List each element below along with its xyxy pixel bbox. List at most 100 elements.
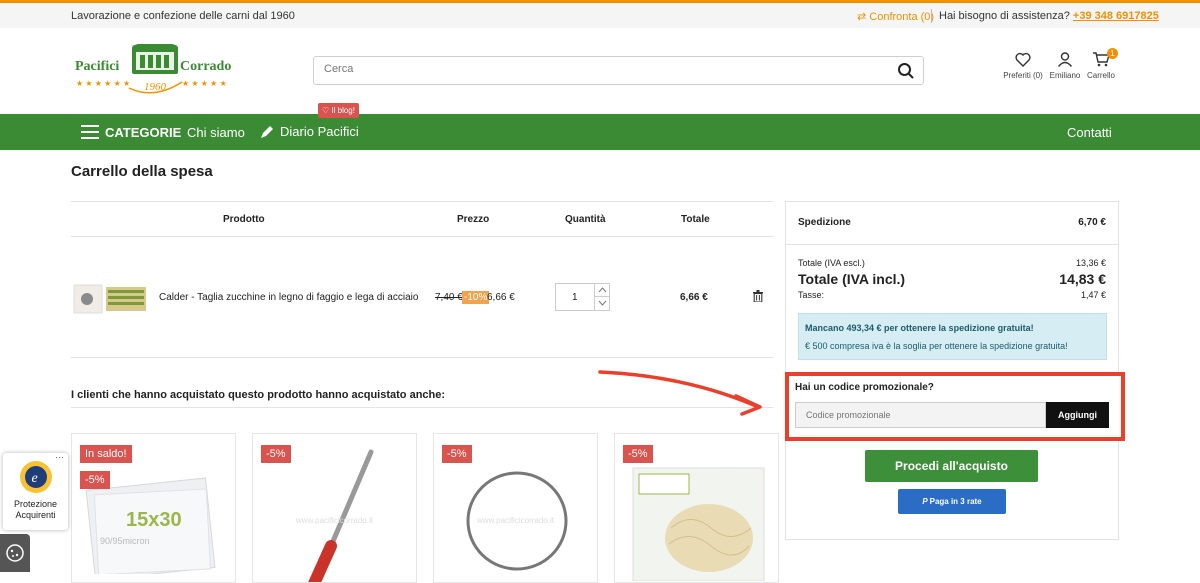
compare-link[interactable]: ⇄ Confronta (0) <box>857 10 934 23</box>
account-link[interactable]: Emiliano <box>1048 52 1082 80</box>
tagline: Lavorazione e confezione delle carni dal… <box>71 10 295 22</box>
discount-badge: -10% <box>462 291 490 304</box>
favorites-label: Preferiti (0) <box>1003 71 1043 80</box>
product-card-image <box>308 449 374 582</box>
free-shipping-message: Mancano 493,34 € per ottenere la spedizi… <box>805 323 1034 333</box>
tax-label: Tasse: <box>798 290 825 300</box>
pen-icon <box>261 126 273 138</box>
quantity-value[interactable]: 1 <box>572 292 578 303</box>
trusted-shops-badge[interactable]: ··· e Protezione Acquirenti <box>3 452 68 530</box>
logo-text-right: Corrado <box>180 59 231 74</box>
paypal-installments-button[interactable]: P Paga in 3 rate <box>898 489 1006 514</box>
svg-text:e: e <box>32 471 38 486</box>
compare-label: Confronta (0) <box>869 11 935 23</box>
nav-about[interactable]: Chi siamo <box>187 125 245 140</box>
blog-tag-label: Il blog! <box>331 106 355 115</box>
nav-contacts[interactable]: Contatti <box>1067 125 1112 140</box>
product-card[interactable]: -5% <box>614 433 779 583</box>
discount-badge: -5% <box>623 445 653 463</box>
quantity-decrease-button[interactable] <box>594 297 610 310</box>
page-title: Carrello della spesa <box>71 163 213 180</box>
free-shipping-notice: Mancano 493,34 € per ottenere la spedizi… <box>798 313 1107 360</box>
quantity-increase-button[interactable] <box>594 284 610 297</box>
shipping-value: 6,70 € <box>1078 217 1106 228</box>
product-card-watermark: www.pacificicorrado.it <box>477 516 554 525</box>
cart-label: Carrello <box>1086 71 1115 80</box>
product-card-caption: 15x30 <box>126 509 182 531</box>
old-price: 7,40 € <box>435 292 463 303</box>
product-card[interactable]: www.pacificicorrado.it -5% <box>252 433 417 583</box>
header-price: Prezzo <box>457 214 490 225</box>
phone-link[interactable]: +39 348 6917825 <box>1073 10 1159 22</box>
tax-value: 1,47 € <box>1080 290 1106 300</box>
logo-year: 1960 <box>144 81 167 93</box>
arrow-annotation <box>598 370 762 416</box>
header-total: Totale <box>681 214 710 225</box>
shuffle-icon: ⇄ <box>857 11 870 23</box>
search-input[interactable] <box>324 63 884 75</box>
product-name[interactable]: Calder - Taglia zucchine in legno di fag… <box>159 292 418 303</box>
promo-code-input[interactable] <box>795 402 1046 428</box>
row-total: 6,66 € <box>680 292 708 303</box>
logo-stars-left: ★ ★ ★ ★ ★ ★ <box>76 79 130 88</box>
trusted-seal-icon: e <box>20 461 52 493</box>
chevron-up-icon <box>598 287 607 293</box>
hamburger-icon[interactable] <box>81 125 99 139</box>
cookie-icon <box>6 544 24 562</box>
product-card-subcaption: 90/95micron <box>100 536 150 546</box>
apply-promo-button[interactable]: Aggiungi <box>1046 402 1109 428</box>
help-text: Hai bisogno di assistenza? +39 348 69178… <box>939 10 1159 22</box>
discount-badge: -5% <box>442 445 472 463</box>
promo-title: Hai un codice promozionale? <box>795 382 934 393</box>
product-card-image <box>632 467 765 581</box>
free-shipping-threshold: € 500 compresa iva è la soglia per otten… <box>805 341 1068 351</box>
lightbulb-icon: ♡ <box>322 106 332 115</box>
total-label: Totale (IVA incl.) <box>798 271 906 287</box>
more-icon[interactable]: ··· <box>55 452 64 462</box>
discount-badge: -5% <box>261 445 291 463</box>
topbar-divider <box>931 9 932 23</box>
product-image[interactable] <box>73 281 147 317</box>
paypal-icon: P <box>922 497 930 506</box>
trash-icon[interactable] <box>753 290 763 302</box>
unit-price: 6,66 € <box>487 292 515 303</box>
cart-count-badge: 1 <box>1107 48 1118 59</box>
shipping-label: Spedizione <box>798 217 851 228</box>
subtotal-label: Totale (IVA escl.) <box>798 258 865 268</box>
header-quantity: Quantità <box>565 214 606 225</box>
cookie-settings-button[interactable] <box>0 534 30 572</box>
checkout-button[interactable]: Procedi all'acquisto <box>865 450 1038 482</box>
header: Pacifici Corrado ★ ★ ★ ★ ★ ★ ★ ★ ★ ★ ★ 1… <box>0 28 1200 114</box>
blog-tag[interactable]: ♡ Il blog! <box>318 103 359 118</box>
product-card[interactable]: 15x30 90/95micron In saldo! -5% <box>71 433 236 583</box>
discount-badge: -5% <box>80 471 110 489</box>
trusted-label: Protezione Acquirenti <box>13 499 58 520</box>
user-icon <box>1057 52 1073 67</box>
subtotal-value: 13,36 € <box>1075 258 1106 268</box>
main-nav: CATEGORIE Chi siamo Diario Pacifici Cont… <box>0 114 1200 150</box>
product-card-watermark: www.pacificicorrado.it <box>296 516 373 525</box>
paypal-label: Paga in 3 rate <box>929 497 982 506</box>
logo-text-left: Pacifici <box>75 59 119 74</box>
sale-badge: In saldo! <box>80 445 132 463</box>
logo-stars-right: ★ ★ ★ ★ ★ <box>182 79 227 88</box>
logo[interactable]: Pacifici Corrado ★ ★ ★ ★ ★ ★ ★ ★ ★ ★ ★ 1… <box>74 44 236 100</box>
top-bar: Lavorazione e confezione delle carni dal… <box>0 3 1200 28</box>
chevron-down-icon <box>598 300 607 306</box>
search-icon[interactable] <box>897 62 915 80</box>
account-label: Emiliano <box>1049 71 1081 80</box>
header-product: Prodotto <box>223 214 265 225</box>
cart-table-header: Prodotto Prezzo Quantità Totale <box>71 201 773 237</box>
product-card[interactable]: www.pacificicorrado.it -5% <box>433 433 598 583</box>
table-row: Calder - Taglia zucchine in legno di fag… <box>71 237 773 358</box>
total-value: 14,83 € <box>1059 271 1106 287</box>
nav-categories[interactable]: CATEGORIE <box>105 125 181 140</box>
nav-diary[interactable]: Diario Pacifici <box>280 124 359 139</box>
help-label: Hai bisogno di assistenza? <box>939 10 1070 22</box>
heart-icon <box>1015 52 1031 67</box>
also-bought-title: I clienti che hanno acquistato questo pr… <box>71 389 446 401</box>
search-bar <box>313 56 924 85</box>
favorites-link[interactable]: Preferiti (0) <box>1003 52 1043 80</box>
quantity-stepper[interactable]: 1 <box>555 283 610 311</box>
divider <box>786 244 1118 245</box>
